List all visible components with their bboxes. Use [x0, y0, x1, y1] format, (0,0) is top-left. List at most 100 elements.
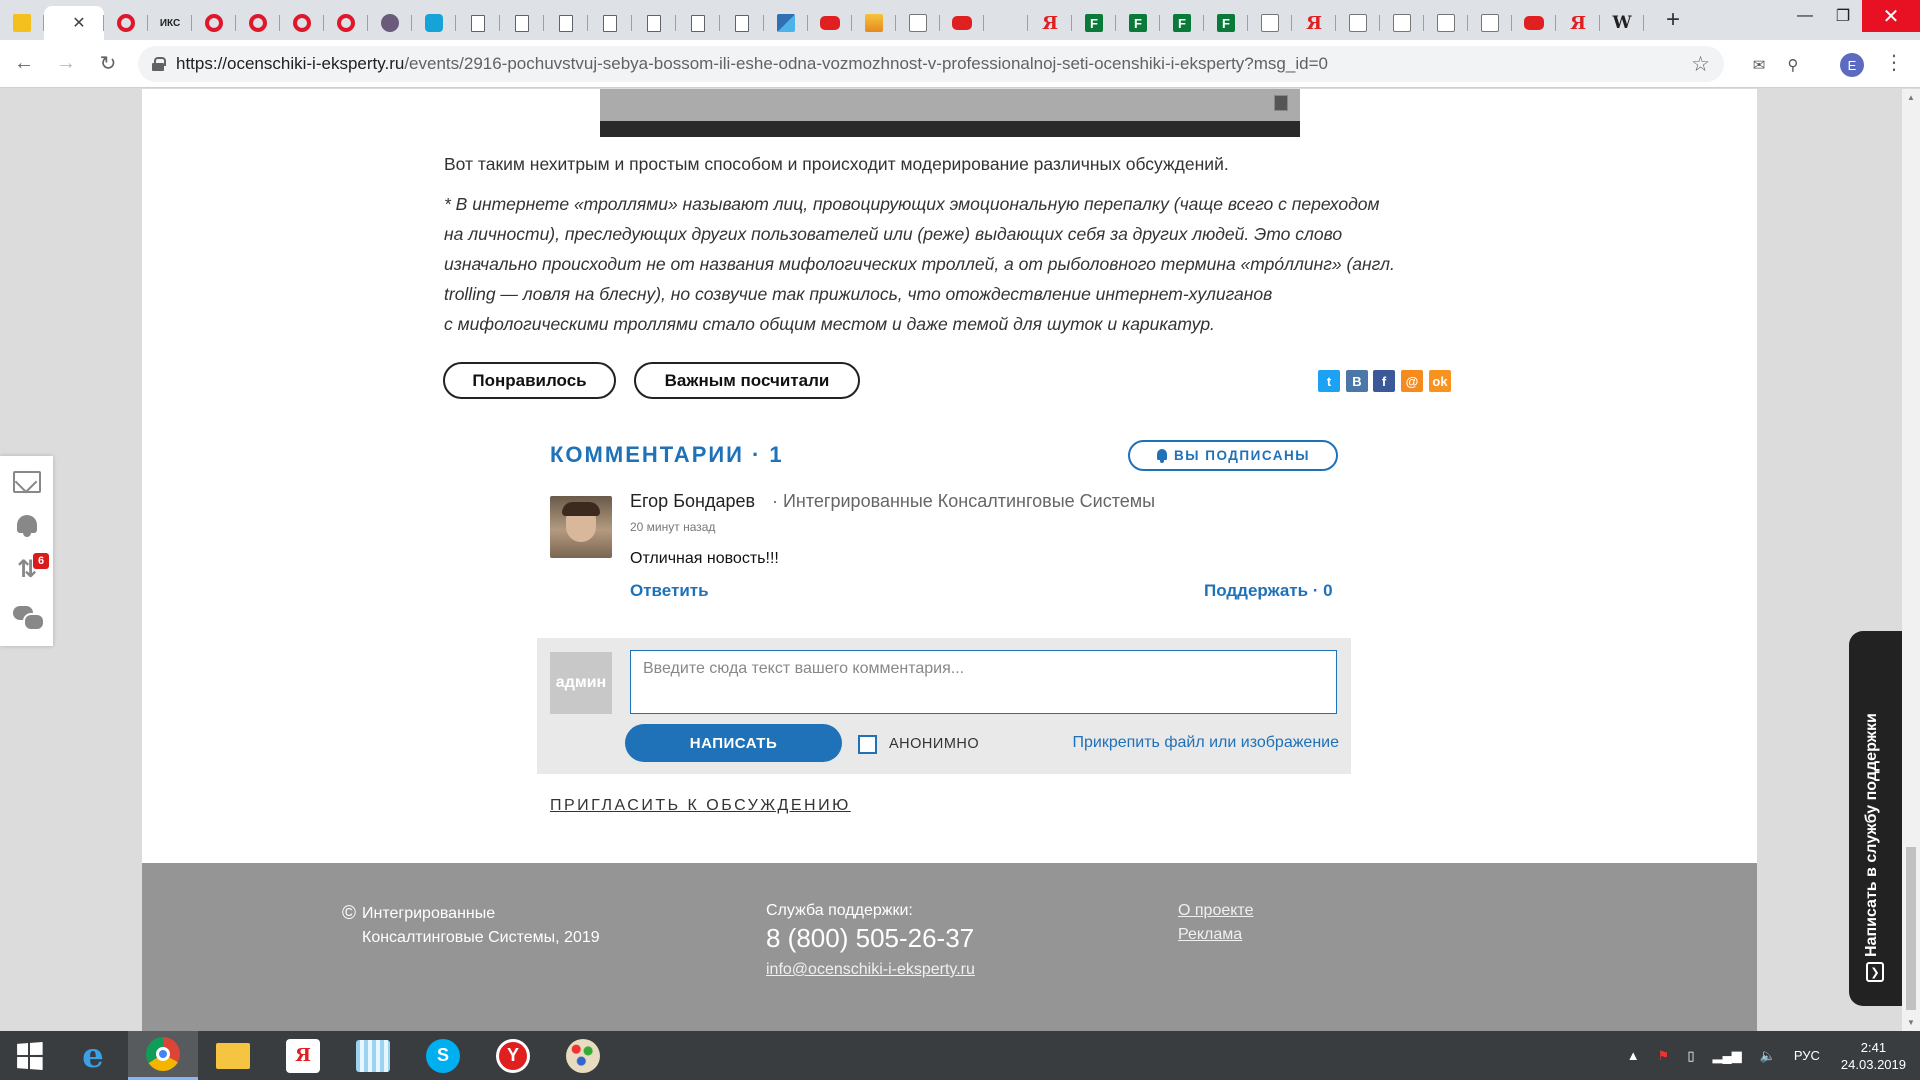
browser-tab[interactable] [588, 6, 632, 40]
taskbar-chrome[interactable] [128, 1031, 198, 1080]
taskbar-explorer[interactable] [198, 1031, 268, 1080]
browser-tab[interactable] [236, 6, 280, 40]
browser-tab[interactable]: Я [1028, 6, 1072, 40]
browser-tab[interactable]: Я [1292, 6, 1336, 40]
browser-tab[interactable] [1380, 6, 1424, 40]
mailru-icon[interactable]: @ [1401, 370, 1423, 392]
browser-tab[interactable] [104, 6, 148, 40]
browser-tab[interactable] [1248, 6, 1292, 40]
reply-link[interactable]: Ответить [630, 581, 709, 601]
browser-tab[interactable] [1424, 6, 1468, 40]
comment-company[interactable]: · Интегрированные Консалтинговые Системы [772, 491, 1155, 512]
yandex-browser-icon: Y [496, 1038, 530, 1073]
commenter-avatar[interactable] [550, 496, 612, 558]
browser-tab[interactable] [192, 6, 236, 40]
facebook-icon[interactable]: f [1373, 370, 1395, 392]
comment-author[interactable]: Егор Бондарев [630, 491, 755, 512]
browser-tab[interactable] [852, 6, 896, 40]
maximize-button[interactable]: ❐ [1820, 0, 1866, 32]
window-close-button[interactable]: ✕ [1862, 0, 1920, 32]
odnoklassniki-icon[interactable]: ok [1429, 370, 1451, 392]
network-warning-icon[interactable]: ⚑ [1658, 1048, 1670, 1064]
browser-menu-icon[interactable]: ⋮ [1884, 50, 1904, 75]
browser-tab[interactable] [500, 6, 544, 40]
notifications-icon[interactable] [13, 515, 41, 537]
browser-tab[interactable]: W [1600, 6, 1644, 40]
twitter-icon[interactable]: t [1318, 370, 1340, 392]
forward-icon[interactable]: → [48, 46, 84, 82]
browser-tab[interactable] [280, 6, 324, 40]
browser-tab[interactable] [412, 6, 456, 40]
browser-tab[interactable] [1336, 6, 1380, 40]
browser-tab[interactable] [720, 6, 764, 40]
scroll-up-icon[interactable]: ▲ [1907, 93, 1915, 102]
browser-tab[interactable] [764, 6, 808, 40]
browser-tab[interactable] [544, 6, 588, 40]
comment-input[interactable]: Введите сюда текст вашего комментария... [630, 650, 1337, 714]
send-comment-button[interactable]: НАПИСАТЬ [625, 724, 842, 762]
battery-icon[interactable]: ▯ [1687, 1048, 1694, 1064]
anonymous-label[interactable]: АНОНИМНО [889, 736, 979, 752]
browser-tab[interactable]: F [1116, 6, 1160, 40]
clock[interactable]: 2:41 24.03.2019 [1841, 1039, 1906, 1073]
browser-tab[interactable]: F [1160, 6, 1204, 40]
close-tab-icon[interactable]: ✕ [72, 13, 85, 33]
browser-tab[interactable]: Я [1556, 6, 1600, 40]
browser-tab[interactable]: ✕ [44, 6, 104, 40]
browser-tab[interactable] [896, 6, 940, 40]
chats-icon[interactable] [13, 606, 45, 631]
scroll-down-icon[interactable]: ▼ [1907, 1018, 1915, 1027]
signal-icon[interactable]: ▂▄▆ [1712, 1048, 1741, 1064]
bookmark-star-icon[interactable]: ☆ [1691, 52, 1710, 77]
browser-tab[interactable]: F [1072, 6, 1116, 40]
browser-tab[interactable] [456, 6, 500, 40]
taskbar-yandex[interactable]: Я [268, 1031, 338, 1080]
footer-phone[interactable]: 8 (800) 505-26-37 [766, 923, 974, 954]
start-button[interactable] [0, 1031, 58, 1080]
page-scrollbar[interactable]: ▲ ▼ [1902, 89, 1920, 1031]
address-bar[interactable]: https://ocenschiki-i-eksperty.ru/events/… [138, 46, 1724, 82]
footer-ads-link[interactable]: Реклама [1178, 926, 1242, 944]
taskbar-paint[interactable] [548, 1031, 618, 1080]
subscribed-button[interactable]: ВЫ ПОДПИСАНЫ [1128, 440, 1338, 471]
taskbar-skype[interactable]: S [408, 1031, 478, 1080]
search-extension-icon[interactable]: ⚲ [1780, 52, 1806, 78]
like-button[interactable]: Понравилось [443, 362, 616, 399]
messages-icon[interactable] [13, 471, 41, 493]
browser-tab[interactable] [324, 6, 368, 40]
tray-expand-icon[interactable]: ▲ [1627, 1048, 1640, 1063]
browser-tab[interactable] [676, 6, 720, 40]
browser-tab[interactable]: ИКС [148, 6, 192, 40]
attach-file-link[interactable]: Прикрепить файл или изображение [1072, 734, 1339, 752]
browser-tab[interactable]: F [1204, 6, 1248, 40]
vk-icon[interactable]: B [1346, 370, 1368, 392]
browser-tab[interactable] [0, 6, 44, 40]
browser-tab[interactable] [984, 6, 1028, 40]
taskbar-app[interactable] [338, 1031, 408, 1080]
new-tab-button[interactable]: + [1656, 6, 1690, 34]
scroll-thumb[interactable] [1906, 847, 1916, 1010]
reload-icon[interactable]: ↻ [90, 46, 126, 82]
anonymous-checkbox[interactable] [858, 735, 877, 754]
browser-tab[interactable] [940, 6, 984, 40]
taskbar-yandex-browser[interactable]: Y [478, 1031, 548, 1080]
support-tab[interactable]: Написать в службу поддержки ❯ [1849, 631, 1902, 1006]
browser-tab[interactable] [368, 6, 412, 40]
important-button[interactable]: Важным посчитали [634, 362, 860, 399]
url-text[interactable]: https://ocenschiki-i-eksperty.ru/events/… [176, 54, 1328, 74]
volume-icon[interactable]: 🔈 [1760, 1048, 1776, 1064]
footer-email-link[interactable]: info@ocenschiki-i-eksperty.ru [766, 961, 975, 979]
taskbar-ie[interactable]: e [58, 1031, 128, 1080]
support-comment-link[interactable]: Поддержать · 0 [1204, 581, 1333, 601]
invite-to-discussion-link[interactable]: ПРИГЛАСИТЬ К ОБСУЖДЕНИЮ [550, 797, 851, 815]
footer-about-link[interactable]: О проекте [1178, 902, 1253, 920]
back-icon[interactable]: ← [6, 46, 42, 82]
browser-tab[interactable] [1468, 6, 1512, 40]
lock-icon [152, 57, 166, 71]
browser-tab[interactable] [808, 6, 852, 40]
gmail-extension-icon[interactable]: ✉ [1746, 52, 1772, 78]
profile-avatar[interactable]: E [1840, 53, 1864, 77]
browser-tab[interactable] [1512, 6, 1556, 40]
browser-tab[interactable] [632, 6, 676, 40]
language-indicator[interactable]: РУС [1794, 1048, 1820, 1063]
